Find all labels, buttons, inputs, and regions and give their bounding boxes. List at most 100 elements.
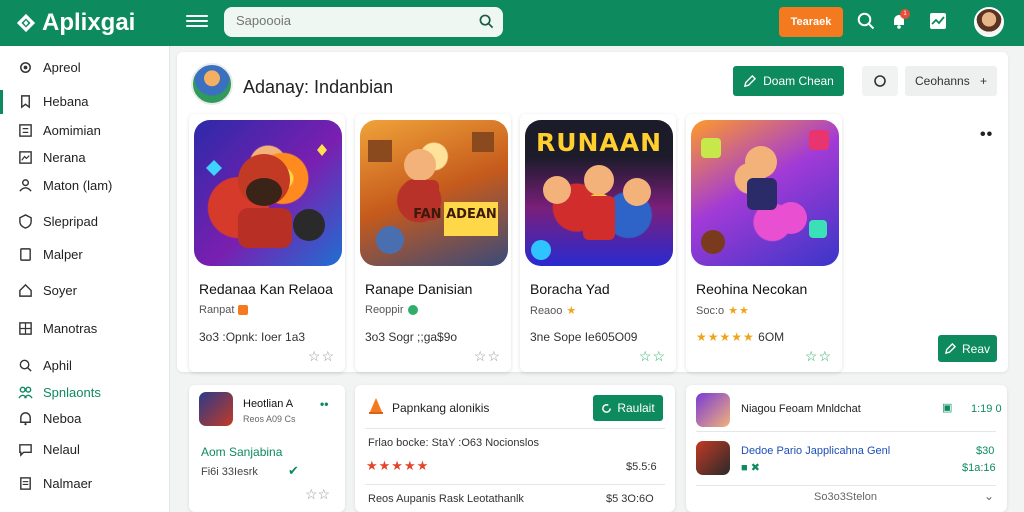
view-button-label: Reav: [961, 341, 990, 356]
rating-stars-icon[interactable]: ☆☆: [805, 348, 832, 365]
sidebar-item-label: Nerana: [43, 149, 86, 165]
more-options-icon[interactable]: ••: [980, 126, 993, 144]
chart-icon[interactable]: [929, 12, 947, 30]
app-icon: [696, 393, 730, 427]
sidebar-item-label: Soyer: [43, 282, 77, 298]
game-subtitle-text: Reoppir: [365, 304, 404, 316]
pen-icon: [944, 343, 956, 354]
app-subtitle: Reos A09 Cs: [243, 414, 296, 424]
pricing-line: Reos Aupanis Rask Leotathanlk: [368, 493, 524, 505]
sidebar-item-apreol[interactable]: Apreol: [0, 54, 170, 80]
game-art-text: FAN ADEAN: [413, 207, 497, 222]
search-icon[interactable]: [479, 14, 494, 29]
game-subtitle-text: Soc:o: [696, 304, 725, 317]
game-title: Ranape Danisian: [365, 281, 473, 297]
app-title: Niagou Feoam Mnldchat: [741, 403, 861, 415]
cone-icon: [369, 398, 383, 414]
sidebar-item-neboa[interactable]: Neboa: [0, 405, 170, 431]
search-input[interactable]: [236, 13, 466, 28]
game-artwork: RUNAAN: [525, 120, 673, 266]
bell-icon: [20, 411, 31, 425]
more-icon[interactable]: ••: [320, 397, 328, 411]
sidebar-item-hebana[interactable]: Hebana: [0, 88, 170, 114]
chevron-down-icon[interactable]: ⌄: [984, 489, 994, 503]
game-art-text: RUNAAN: [535, 128, 663, 157]
game-card[interactable]: FAN ADEAN Ranape Danisian Reoppir 3o3 So…: [355, 114, 511, 372]
search-icon[interactable]: [857, 12, 875, 30]
badge-icon: ■ ✖: [741, 462, 760, 474]
game-title: Boracha Yad: [530, 281, 610, 297]
app-logo[interactable]: Aplixgai: [16, 9, 135, 37]
app-price: $1a:16: [962, 462, 996, 474]
game-subtitle-text: Ranpat: [199, 304, 235, 316]
game-card[interactable]: RUNAAN Boracha Yad Reaoo ★ 3ne Sope Ie60…: [520, 114, 676, 372]
search-icon: [19, 359, 32, 372]
sidebar-item-label: Spnlaonts: [43, 384, 101, 400]
image-icon: [19, 150, 32, 164]
secondary-action-button[interactable]: Ceohanns +: [905, 66, 997, 96]
gear-icon: [20, 61, 31, 73]
refresh-button[interactable]: [862, 66, 898, 96]
sidebar-item-nerana[interactable]: Nerana: [0, 144, 170, 170]
game-title: Reohina Necokan: [696, 281, 808, 297]
pricing-header: Papnkang alonikis: [392, 401, 490, 415]
sidebar-item-aphil[interactable]: Aphil: [0, 352, 170, 378]
sidebar-item-label: Manotras: [43, 320, 98, 336]
rating-stars-icon: ★★★★★: [696, 330, 755, 344]
sidebar-item-manotras[interactable]: Manotras: [0, 315, 170, 341]
app-name: Aplixgai: [42, 9, 136, 36]
app-link[interactable]: Dedoe Pario Japplicahna Genl: [741, 445, 890, 457]
primary-action-button[interactable]: Doam Chean: [733, 66, 844, 96]
app-icon: [696, 441, 730, 475]
game-artwork: FAN ADEAN: [360, 120, 508, 266]
rating-stars-icon[interactable]: ☆☆: [639, 348, 666, 365]
rating-stars-icon[interactable]: ☆☆: [474, 348, 501, 365]
sidebar-item-nelaul[interactable]: Nelaul: [0, 436, 170, 462]
action-button-label: Raulait: [617, 401, 655, 415]
game-title: Redanaa Kan Relaoa: [199, 281, 333, 297]
action-button[interactable]: Raulait: [593, 395, 663, 421]
sidebar-item-slepripad[interactable]: Slepripad: [0, 208, 170, 234]
show-more-link[interactable]: So3o3Stelon: [814, 491, 877, 503]
sidebar-item-label: Slepripad: [43, 213, 98, 229]
notification-badge: 1: [900, 9, 910, 19]
circle-icon: [874, 75, 886, 87]
avatar[interactable]: [974, 7, 1004, 37]
game-subtitle-text: Reaoo: [530, 304, 563, 317]
game-meta: 3o3 Sogr ;;ga$9o: [365, 330, 458, 344]
sidebar-item-aomimian[interactable]: Aomimian: [0, 117, 170, 143]
app-price: $30: [976, 445, 995, 457]
square-icon: [20, 247, 31, 261]
header-cta-button[interactable]: Tearaek: [779, 7, 843, 37]
view-button[interactable]: Reav: [938, 335, 997, 362]
app-icon: [199, 392, 233, 426]
game-card[interactable]: Redanaa Kan Relaoa Ranpat 3o3 :Opnk: Ioe…: [189, 114, 345, 372]
rating-stars-icon[interactable]: ☆☆: [305, 486, 330, 503]
sidebar-item-label: Maton (lam): [43, 177, 113, 193]
chat-icon: [19, 443, 32, 457]
home-icon: [19, 283, 32, 297]
star-icon: ★★: [728, 305, 750, 317]
top-bar: Aplixgai Tearaek 1: [0, 0, 1024, 46]
menu-icon[interactable]: [186, 12, 208, 32]
sidebar-item-malper[interactable]: Malper: [0, 241, 170, 267]
refresh-icon: [602, 403, 612, 413]
search-bar[interactable]: [224, 7, 503, 37]
sidebar-item-label: Malper: [43, 246, 83, 262]
game-card[interactable]: Reohina Necokan Soc:o ★★ ★★★★★ 6OM ☆☆: [686, 114, 842, 372]
image-icon: ▣: [942, 402, 953, 414]
sidebar-item-label: Nalmaer: [43, 475, 93, 491]
shield-icon: [19, 213, 32, 229]
game-subtitle: Ranpat: [199, 304, 249, 316]
sidebar-item-spnlaonts[interactable]: Spnlaonts: [0, 379, 170, 405]
page-title: Adanay: Indanbian: [243, 77, 394, 97]
sidebar-item-nalmaer[interactable]: Nalmaer: [0, 470, 170, 496]
rating-stars-icon[interactable]: ☆☆: [308, 348, 335, 365]
sidebar-item-soyer[interactable]: Soyer: [0, 277, 170, 303]
game-rating: ★★★★★ 6OM: [696, 330, 784, 344]
app-highlight: Aom Sanjabina: [201, 445, 283, 459]
logo-icon: [16, 13, 36, 33]
people-icon: [18, 386, 33, 399]
sidebar-item-maton[interactable]: Maton (lam): [0, 172, 170, 198]
pricing-line: Frlao bocke: StaY :O63 Nocionslos: [368, 437, 539, 449]
